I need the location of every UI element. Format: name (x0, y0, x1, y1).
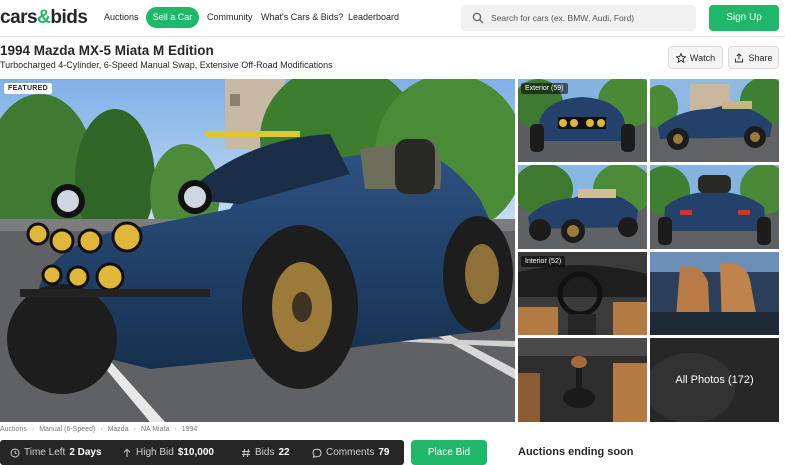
interior-seats-image (650, 252, 779, 335)
breadcrumb-separator: › (133, 426, 136, 433)
arrow-up-icon (123, 448, 131, 457)
listing-subtitle: Turbocharged 4-Cylinder, 6-Speed Manual … (0, 60, 333, 70)
exterior-rear-image (650, 165, 779, 249)
time-left-value: 2 Days (69, 447, 102, 458)
logo-text-bids: bids (50, 7, 88, 28)
clock-icon (10, 448, 20, 457)
exterior-side-image (650, 79, 779, 162)
site-header: cars&bids Auctions Sell a Car Community … (0, 0, 785, 37)
interior-shifter-image (518, 338, 647, 422)
all-photos-label: All Photos (172) (675, 374, 754, 386)
interior-photo-1[interactable]: Interior (52) (518, 252, 647, 335)
sell-a-car-button[interactable]: Sell a Car (146, 7, 199, 28)
place-bid-button[interactable]: Place Bid (411, 440, 487, 465)
exterior-photo-4[interactable] (650, 165, 779, 249)
logo-text-cars: cars (0, 7, 38, 28)
time-left-label: Time Left (24, 447, 66, 458)
featured-badge: FEATURED (4, 83, 52, 94)
nav-community[interactable]: Community (207, 12, 253, 22)
high-bid-stat: High Bid $10,000 (122, 440, 214, 465)
featured-photo[interactable]: FEATURED (0, 79, 515, 422)
breadcrumb-separator: › (100, 426, 103, 433)
exterior-count-label: Exterior (59) (521, 83, 568, 94)
interior-count-label: Interior (52) (521, 256, 566, 267)
logo-ampersand: & (37, 7, 51, 28)
comments-value: 79 (378, 447, 390, 458)
search-input[interactable]: Search for cars (ex. BMW, Audi, Ford) (461, 5, 696, 31)
hash-icon (242, 448, 250, 457)
star-icon (675, 52, 686, 63)
share-button[interactable]: Share (728, 46, 779, 69)
auctions-ending-soon-heading: Auctions ending soon (518, 446, 634, 458)
exterior-photo-3[interactable] (518, 165, 647, 249)
breadcrumb-separator: › (31, 426, 35, 433)
watch-label: Watch (689, 52, 716, 63)
featured-car-image (0, 79, 515, 422)
breadcrumb-model[interactable]: NA Miata (141, 426, 169, 433)
breadcrumb-year[interactable]: 1994 (182, 426, 198, 433)
search-placeholder: Search for cars (ex. BMW, Audi, Ford) (491, 13, 635, 23)
nav-auctions[interactable]: Auctions (104, 12, 139, 22)
photo-gallery: FEATURED Exterior (59) Interior (52) All… (0, 79, 785, 422)
share-label: Share (748, 52, 773, 63)
time-left-stat: Time Left 2 Days (10, 440, 102, 465)
sign-up-button[interactable]: Sign Up (709, 5, 779, 31)
bids-stat: Bids 22 (241, 440, 290, 465)
breadcrumb-auctions[interactable]: Auctions (0, 426, 27, 433)
high-bid-value: $10,000 (177, 447, 214, 458)
high-bid-label: High Bid (136, 447, 174, 458)
nav-whats-cars-and-bids[interactable]: What's Cars & Bids? (261, 12, 343, 22)
exterior-photo-2[interactable] (650, 79, 779, 162)
breadcrumb-transmission[interactable]: Manual (6-Speed) (39, 426, 95, 433)
comments-label: Comments (326, 447, 375, 458)
watch-button[interactable]: Watch (668, 46, 723, 69)
breadcrumb-make[interactable]: Mazda (108, 426, 129, 433)
bids-value: 22 (278, 447, 290, 458)
interior-photo-3[interactable] (518, 338, 647, 422)
auction-stats-bar: Time Left 2 Days High Bid $10,000 Bids 2… (0, 440, 404, 465)
exterior-rear-quarter-image (518, 165, 647, 249)
breadcrumb-separator: › (174, 426, 177, 433)
comments-stat[interactable]: Comments 79 (312, 440, 389, 465)
share-icon (735, 52, 744, 62)
nav-leaderboard[interactable]: Leaderboard (348, 12, 399, 22)
interior-photo-2[interactable] (650, 252, 779, 335)
site-logo[interactable]: cars&bids (0, 7, 88, 29)
breadcrumb: Auctions › Manual (6-Speed) › Mazda › NA… (0, 426, 197, 433)
bids-label: Bids (255, 447, 275, 458)
exterior-photo-1[interactable]: Exterior (59) (518, 79, 647, 162)
listing-title: 1994 Mazda MX-5 Miata M Edition (0, 43, 214, 58)
all-photos-tile[interactable]: All Photos (172) (650, 338, 779, 422)
search-icon (472, 12, 484, 24)
comment-bubble-icon (312, 448, 322, 458)
